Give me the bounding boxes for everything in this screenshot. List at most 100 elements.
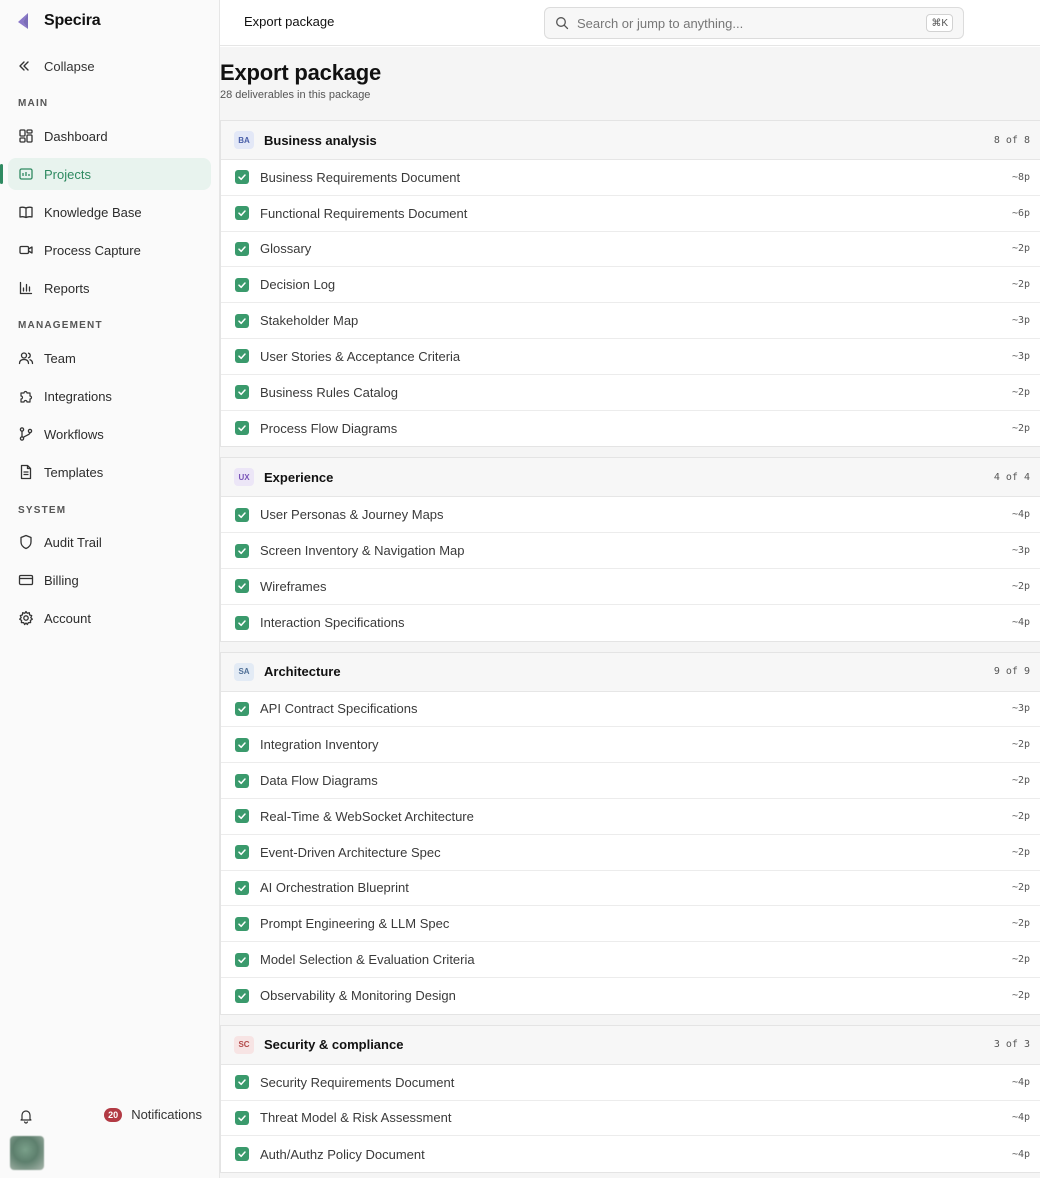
collapse-button[interactable]: Collapse	[16, 56, 95, 76]
deliverable-label: Security Requirements Document	[260, 1074, 455, 1090]
checkbox-checked-icon[interactable]	[235, 507, 249, 522]
notifications-button[interactable]: 20 Notifications	[104, 1107, 202, 1122]
checkbox-checked-icon[interactable]	[235, 543, 249, 558]
deliverable-row[interactable]: Functional Requirements Document ~6p	[221, 196, 1040, 232]
sidebar-item-integrations[interactable]: Integrations	[8, 380, 211, 412]
deliverable-row[interactable]: Security Requirements Document ~4p	[221, 1065, 1040, 1101]
deliverable-row[interactable]: Glossary ~2p	[221, 232, 1040, 268]
sidebar-item-dashboard[interactable]: Dashboard	[8, 120, 211, 152]
page-estimate: ~2p	[1011, 846, 1030, 858]
deliverable-row[interactable]: Decision Log ~2p	[221, 267, 1040, 304]
sidebar-item-knowledge-base[interactable]: Knowledge Base	[8, 196, 211, 228]
deliverable-label: Stakeholder Map	[260, 313, 359, 329]
sidebar-item-reports[interactable]: Reports	[8, 272, 211, 304]
deliverable-label: Decision Log	[260, 277, 336, 293]
sidebar-item-account[interactable]: Account	[8, 602, 211, 634]
page-estimate: ~4p	[1011, 1076, 1030, 1088]
search-box[interactable]: ⌘K	[544, 7, 964, 39]
collapse-label: Collapse	[44, 58, 95, 74]
sidebar-item-workflows[interactable]: Workflows	[8, 418, 211, 450]
deliverable-group: SA Architecture 9 of 9 API Contract Specifi…	[220, 651, 1040, 1015]
deliverable-row[interactable]: API Contract Specifications ~3p	[221, 692, 1040, 728]
deliverable-row[interactable]: Auth/Authz Policy Document ~4p	[221, 1136, 1040, 1172]
group-header[interactable]: SC Security & compliance 3 of 3	[221, 1025, 1040, 1065]
deliverable-row[interactable]: Data Flow Diagrams ~2p	[221, 763, 1040, 799]
bell-icon[interactable]	[18, 1108, 34, 1124]
deliverable-group: UX Experience 4 of 4 User Personas & Journe…	[220, 457, 1040, 642]
sidebar-item-label: Integrations	[44, 388, 112, 404]
sidebar-item-templates[interactable]: Templates	[8, 456, 211, 488]
group-title: Experience	[264, 469, 334, 485]
deliverable-row[interactable]: Prompt Engineering & LLM Spec ~2p	[221, 906, 1040, 943]
page-estimate: ~2p	[1011, 882, 1030, 894]
sidebar-item-label: Dashboard	[44, 128, 108, 144]
sidebar-item-process-capture[interactable]: Process Capture	[8, 234, 211, 266]
deliverable-label: Process Flow Diagrams	[260, 420, 398, 436]
deliverable-row[interactable]: Real-Time & WebSocket Architecture ~2p	[221, 799, 1040, 835]
deliverable-group: SC Security & compliance 3 of 3 Security Re…	[220, 1024, 1040, 1174]
group-header[interactable]: UX Experience 4 of 4	[221, 458, 1040, 498]
group-header[interactable]: SA Architecture 9 of 9	[221, 652, 1040, 692]
deliverable-row[interactable]: Wireframes ~2p	[221, 569, 1040, 605]
deliverable-group: BA Business analysis 8 of 8 Business Requir…	[220, 120, 1040, 448]
deliverable-row[interactable]: Threat Model & Risk Assessment ~4p	[221, 1101, 1040, 1137]
deliverable-row[interactable]: Process Flow Diagrams ~2p	[221, 411, 1040, 447]
deliverable-label: Event-Driven Architecture Spec	[260, 844, 441, 860]
sidebar-item-label: Projects	[44, 166, 91, 182]
deliverable-row[interactable]: Stakeholder Map ~3p	[221, 303, 1040, 339]
search-input[interactable]	[577, 15, 917, 31]
checkbox-checked-icon[interactable]	[235, 952, 249, 967]
checkbox-checked-icon[interactable]	[235, 277, 249, 292]
checkbox-checked-icon[interactable]	[235, 916, 249, 931]
puzzle-icon	[18, 388, 34, 404]
sidebar-item-label: Process Capture	[44, 242, 141, 258]
deliverable-groups: BA Business analysis 8 of 8 Business Requir…	[220, 120, 1040, 1178]
checkbox-checked-icon[interactable]	[235, 1147, 249, 1162]
deliverable-row[interactable]: Interaction Specifications ~4p	[221, 605, 1040, 641]
group-header[interactable]: BA Business analysis 8 of 8	[221, 121, 1040, 160]
bar-chart-icon	[18, 280, 34, 296]
checkbox-checked-icon[interactable]	[235, 845, 249, 860]
sidebar-item-billing[interactable]: Billing	[8, 564, 211, 596]
deliverable-label: Observability & Monitoring Design	[260, 988, 456, 1004]
deliverable-row[interactable]: Observability & Monitoring Design ~2p	[221, 978, 1040, 1014]
video-icon	[18, 242, 34, 258]
checkbox-checked-icon[interactable]	[235, 1110, 249, 1125]
checkbox-checked-icon[interactable]	[235, 170, 249, 185]
section-title-main: MAIN	[18, 98, 49, 109]
sidebar-item-projects[interactable]: Projects	[0, 158, 211, 190]
checkbox-checked-icon[interactable]	[235, 241, 249, 256]
deliverable-row[interactable]: User Stories & Acceptance Criteria ~3p	[221, 339, 1040, 375]
file-text-icon	[18, 464, 34, 480]
checkbox-checked-icon[interactable]	[235, 988, 249, 1003]
avatar[interactable]	[10, 1136, 44, 1170]
checkbox-checked-icon[interactable]	[235, 1075, 249, 1090]
deliverable-row[interactable]: Event-Driven Architecture Spec ~2p	[221, 835, 1040, 871]
deliverable-label: Wireframes	[260, 578, 327, 594]
checkbox-checked-icon[interactable]	[235, 615, 249, 630]
deliverable-row[interactable]: Screen Inventory & Navigation Map ~3p	[221, 533, 1040, 569]
checkbox-checked-icon[interactable]	[235, 773, 249, 788]
deliverable-row[interactable]: AI Orchestration Blueprint ~2p	[221, 871, 1040, 907]
sidebar-footer: 20 Notifications	[0, 1104, 220, 1128]
brand[interactable]: Specira	[14, 10, 101, 32]
checkbox-checked-icon[interactable]	[235, 206, 249, 221]
sidebar-item-audit-trail[interactable]: Audit Trail	[8, 526, 211, 558]
checkbox-checked-icon[interactable]	[235, 737, 249, 752]
sidebar-item-team[interactable]: Team	[8, 342, 211, 374]
checkbox-checked-icon[interactable]	[235, 349, 249, 364]
checkbox-checked-icon[interactable]	[235, 809, 249, 824]
checkbox-checked-icon[interactable]	[235, 701, 249, 716]
checkbox-checked-icon[interactable]	[235, 579, 249, 594]
deliverable-label: Business Rules Catalog	[260, 384, 399, 400]
sidebar-item-label: Reports	[44, 280, 90, 296]
checkbox-checked-icon[interactable]	[235, 313, 249, 328]
deliverable-row[interactable]: Integration Inventory ~2p	[221, 727, 1040, 764]
checkbox-checked-icon[interactable]	[235, 880, 249, 895]
checkbox-checked-icon[interactable]	[235, 385, 249, 400]
checkbox-checked-icon[interactable]	[235, 421, 249, 436]
deliverable-row[interactable]: Model Selection & Evaluation Criteria ~2p	[221, 942, 1040, 978]
deliverable-row[interactable]: User Personas & Journey Maps ~4p	[221, 497, 1040, 534]
deliverable-row[interactable]: Business Rules Catalog ~2p	[221, 375, 1040, 411]
deliverable-row[interactable]: Business Requirements Document ~8p	[221, 160, 1040, 196]
